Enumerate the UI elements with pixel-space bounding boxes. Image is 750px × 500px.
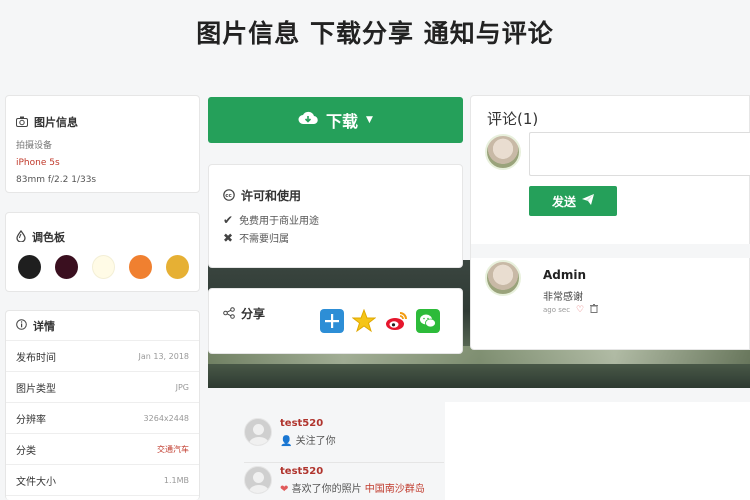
palette-heading: 调色板 [16, 229, 189, 245]
palette-card: 调色板 [5, 212, 200, 292]
like-heart-icon[interactable]: ♡ [576, 305, 584, 315]
palette-swatches [18, 255, 189, 279]
license-item: ✖ 不需要归属 [223, 230, 448, 246]
content-panel [445, 402, 750, 500]
detail-row-published: 发布时间 Jan 13, 2018 [6, 341, 199, 372]
camera-icon [16, 116, 28, 129]
detail-row-filesize: 文件大小 1.1MB [6, 465, 199, 496]
details-card: 详情 发布时间 Jan 13, 2018 图片类型 JPG 分辨率 3264x2… [5, 310, 200, 500]
comment-meta: ago sec ♡ [543, 304, 599, 315]
image-info-heading: 图片信息 [16, 114, 189, 130]
detail-value: 3264x2448 [143, 413, 189, 423]
detail-row-category: 分类 交通汽车 [6, 434, 199, 465]
activity-action: 关注了你 [295, 436, 336, 447]
caret-down-icon: ▼ [366, 115, 373, 125]
license-item: ✔ 免费用于商业用途 [223, 212, 448, 228]
detail-row-type: 图片类型 JPG [6, 372, 199, 403]
activity-user[interactable]: test520 [280, 418, 336, 429]
comment-input[interactable] [529, 132, 750, 176]
detail-label: 图片类型 [16, 383, 56, 395]
activity-action: 喜欢了你的照片 [291, 484, 362, 495]
detail-value: Jan 13, 2018 [138, 351, 190, 361]
color-swatch[interactable] [91, 255, 116, 279]
image-info-card: 图片信息 拍摄设备 iPhone 5s 83mm f/2.2 1/33s [5, 95, 200, 193]
creative-commons-icon: cc [223, 188, 235, 203]
detail-label: 发布时间 [16, 352, 56, 364]
license-item-text: 不需要归属 [239, 234, 290, 245]
share-card: 分享 [208, 288, 463, 354]
detail-label: 分辨率 [16, 414, 46, 426]
activity-message: 👤 关注了你 [280, 432, 336, 447]
heart-icon: ❤ [280, 484, 289, 495]
activity-item: test520 ❤ 喜欢了你的照片 中国南沙群岛 [244, 466, 425, 495]
wechat-icon[interactable] [416, 309, 440, 333]
cross-icon: ✖ [223, 230, 234, 245]
comments-card: 评论(1) 发送 Admin 非常感谢 ago sec ♡ [470, 95, 750, 350]
comment-text: 非常感谢 [543, 292, 583, 303]
license-item-text: 免费用于商业用途 [239, 216, 320, 227]
license-heading: cc 许可和使用 [223, 187, 448, 204]
detail-value: JPG [175, 382, 189, 392]
share-add-icon[interactable] [320, 309, 344, 333]
license-card: cc 许可和使用 ✔ 免费用于商业用途 ✖ 不需要归属 [208, 164, 463, 268]
category-link[interactable]: 交通汽车 [157, 444, 189, 455]
details-heading: 详情 [6, 311, 199, 341]
download-button[interactable]: 下载 ▼ [208, 97, 463, 143]
details-title: 详情 [33, 319, 55, 333]
palette-icon [16, 229, 26, 244]
page-title: 图片信息 下载分享 通知与评论 [196, 19, 554, 48]
commenter-avatar [485, 260, 521, 296]
color-swatch[interactable] [18, 255, 41, 279]
device-name: iPhone 5s [16, 158, 60, 168]
device-label: 拍摄设备 [16, 141, 53, 151]
trash-icon[interactable] [590, 304, 599, 315]
share-buttons [320, 309, 440, 333]
check-icon: ✔ [223, 212, 234, 227]
comments-title: 评论(1) [487, 110, 539, 128]
color-swatch[interactable] [129, 255, 153, 279]
current-user-avatar [485, 134, 521, 170]
detail-value: 1.1MB [163, 475, 189, 485]
detail-row-resolution: 分辨率 3264x2448 [6, 403, 199, 434]
activity-message: ❤ 喜欢了你的照片 中国南沙群岛 [280, 480, 425, 495]
activity-user[interactable]: test520 [280, 466, 425, 477]
user-avatar [244, 418, 272, 446]
send-label: 发送 [551, 194, 576, 209]
image-info-title: 图片信息 [34, 116, 78, 129]
download-label: 下载 [326, 112, 359, 131]
svg-text:cc: cc [225, 193, 232, 199]
cloud-download-icon [298, 110, 318, 130]
paper-plane-icon [582, 194, 594, 208]
activity-feed: test520 👤 关注了你 test520 ❤ 喜欢了你的照片 中国南沙群岛 [208, 402, 445, 500]
weibo-icon[interactable] [384, 309, 408, 333]
share-icon [223, 306, 235, 321]
detail-label: 文件大小 [16, 476, 56, 488]
user-icon: 👤 [280, 436, 293, 447]
color-swatch[interactable] [54, 255, 78, 279]
activity-target-link[interactable]: 中国南沙群岛 [365, 484, 425, 495]
qzone-star-icon[interactable] [352, 309, 376, 333]
activity-item: test520 👤 关注了你 [244, 418, 444, 463]
info-icon [16, 319, 27, 332]
share-title: 分享 [241, 307, 266, 321]
comment-time: ago sec [543, 305, 571, 314]
color-swatch[interactable] [166, 255, 189, 279]
send-button[interactable]: 发送 [529, 186, 617, 216]
detail-label: 分类 [16, 445, 36, 457]
license-title: 许可和使用 [241, 189, 302, 203]
comment-author[interactable]: Admin [543, 268, 586, 282]
palette-title: 调色板 [32, 231, 65, 244]
camera-specs: 83mm f/2.2 1/33s [16, 175, 97, 185]
user-avatar [244, 466, 272, 494]
